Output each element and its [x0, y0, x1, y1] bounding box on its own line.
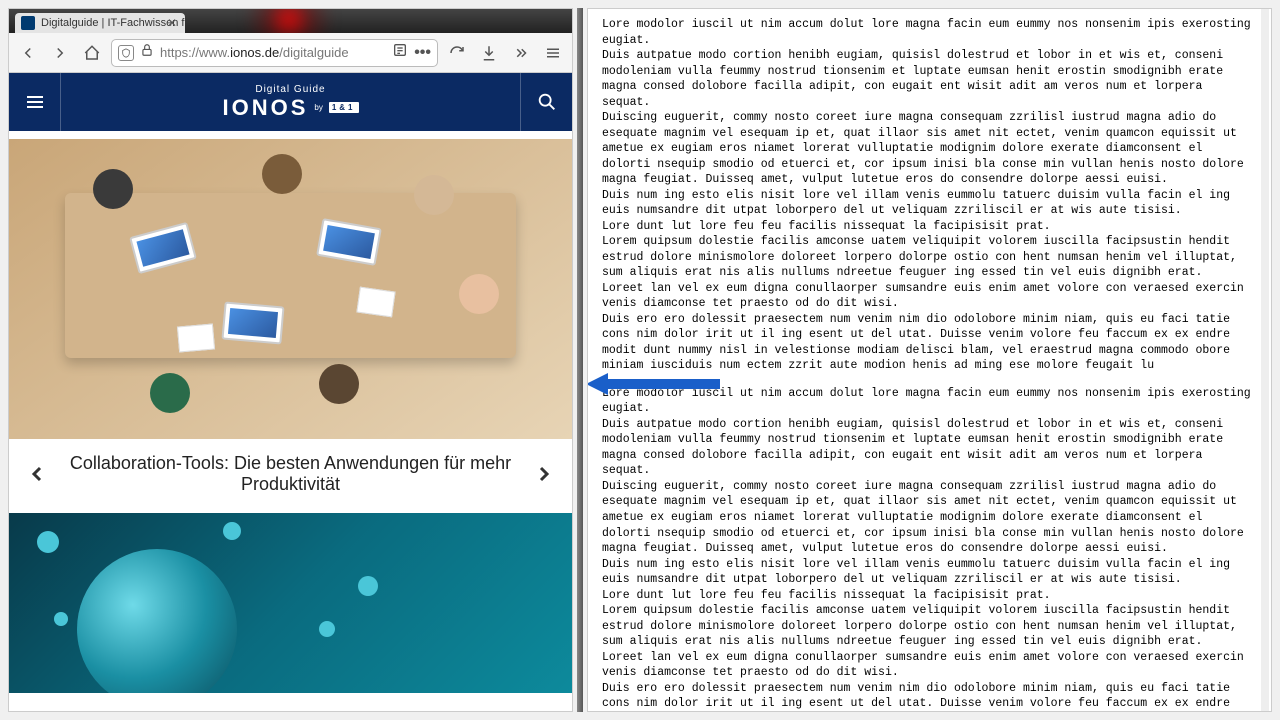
text-line: Duiscing euguerit, commy nosto coreet iu… [602, 479, 1257, 557]
downloads-button[interactable] [476, 40, 502, 66]
page-content: Digital Guide IONOS by 1&1 [9, 73, 572, 711]
back-button[interactable] [15, 40, 41, 66]
tab-favicon [21, 16, 35, 30]
text-line: Lorem quipsum dolestie facilis amconse u… [602, 234, 1257, 281]
text-line: Lore modolor iuscil ut nim accum dolut l… [602, 17, 1257, 48]
reload-button[interactable] [444, 40, 470, 66]
browser-toolbar: https://www.ionos.de/digitalguide ••• [9, 33, 572, 73]
text-line: Duis ero ero dolessit praesectem num ven… [602, 681, 1257, 712]
url-text: https://www.ionos.de/digitalguide [160, 45, 349, 60]
tab-title: Digitalguide | IT-Fachwissen fü [41, 17, 185, 29]
hero-image-collaboration [9, 139, 572, 439]
text-line: Lorem quipsum dolestie facilis amconse u… [602, 603, 1257, 650]
reader-mode-icon[interactable] [392, 42, 408, 63]
hero-image-virus [9, 513, 572, 693]
tab-close-icon[interactable]: ✕ [165, 16, 179, 30]
page-actions-icon[interactable]: ••• [414, 44, 431, 62]
text-line: Duiscing euguerit, commy nosto coreet iu… [602, 110, 1257, 188]
carousel-prev-button[interactable] [25, 462, 49, 486]
home-button[interactable] [79, 40, 105, 66]
logo-subtitle: Digital Guide [255, 84, 325, 95]
app-menu-button[interactable] [540, 40, 566, 66]
text-line: Duis num ing esto elis nisit lore vel il… [602, 557, 1257, 588]
site-logo[interactable]: Digital Guide IONOS by 1&1 [61, 73, 520, 131]
browser-tab[interactable]: Digitalguide | IT-Fachwissen fü ✕ [15, 13, 185, 33]
text-line: Loreet lan vel ex eum digna conullaorper… [602, 650, 1257, 681]
shield-icon[interactable] [118, 45, 134, 61]
text-line: Duis ero ero dolessit praesectem num ven… [602, 312, 1257, 374]
left-browser-panel: Digitalguide | IT-Fachwissen fü ✕ [8, 8, 573, 712]
search-button[interactable] [520, 73, 572, 131]
text-line: Lore modolor iuscil ut nim accum dolut l… [602, 386, 1257, 417]
url-bar[interactable]: https://www.ionos.de/digitalguide ••• [111, 39, 438, 67]
text-line: Duis num ing esto elis nisit lore vel il… [602, 188, 1257, 219]
tab-bar: Digitalguide | IT-Fachwissen fü ✕ [9, 9, 572, 33]
logo-brand: IONOS by 1&1 [222, 95, 358, 121]
hamburger-menu-button[interactable] [9, 73, 61, 131]
forward-button[interactable] [47, 40, 73, 66]
carousel-next-button[interactable] [532, 462, 556, 486]
hero-caption-bar: Collaboration-Tools: Die besten Anwendun… [9, 439, 572, 509]
overflow-button[interactable] [508, 40, 534, 66]
lock-icon [140, 43, 154, 62]
text-line: Lore dunt lut lore feu feu facilis nisse… [602, 219, 1257, 235]
right-text-panel: Lore modolor iuscil ut nim accum dolut l… [587, 8, 1272, 712]
text-line: Duis autpatue modo cortion henibh eugiam… [602, 417, 1257, 479]
text-line: Loreet lan vel ex eum digna conullaorper… [602, 281, 1257, 312]
panel-divider[interactable] [577, 8, 583, 712]
site-header: Digital Guide IONOS by 1&1 [9, 73, 572, 131]
text-line: Duis autpatue modo cortion henibh eugiam… [602, 48, 1257, 110]
scrollbar[interactable] [1261, 9, 1269, 711]
hero-caption-text[interactable]: Collaboration-Tools: Die besten Anwendun… [49, 453, 532, 495]
text-line: Lore dunt lut lore feu feu facilis nisse… [602, 588, 1257, 604]
